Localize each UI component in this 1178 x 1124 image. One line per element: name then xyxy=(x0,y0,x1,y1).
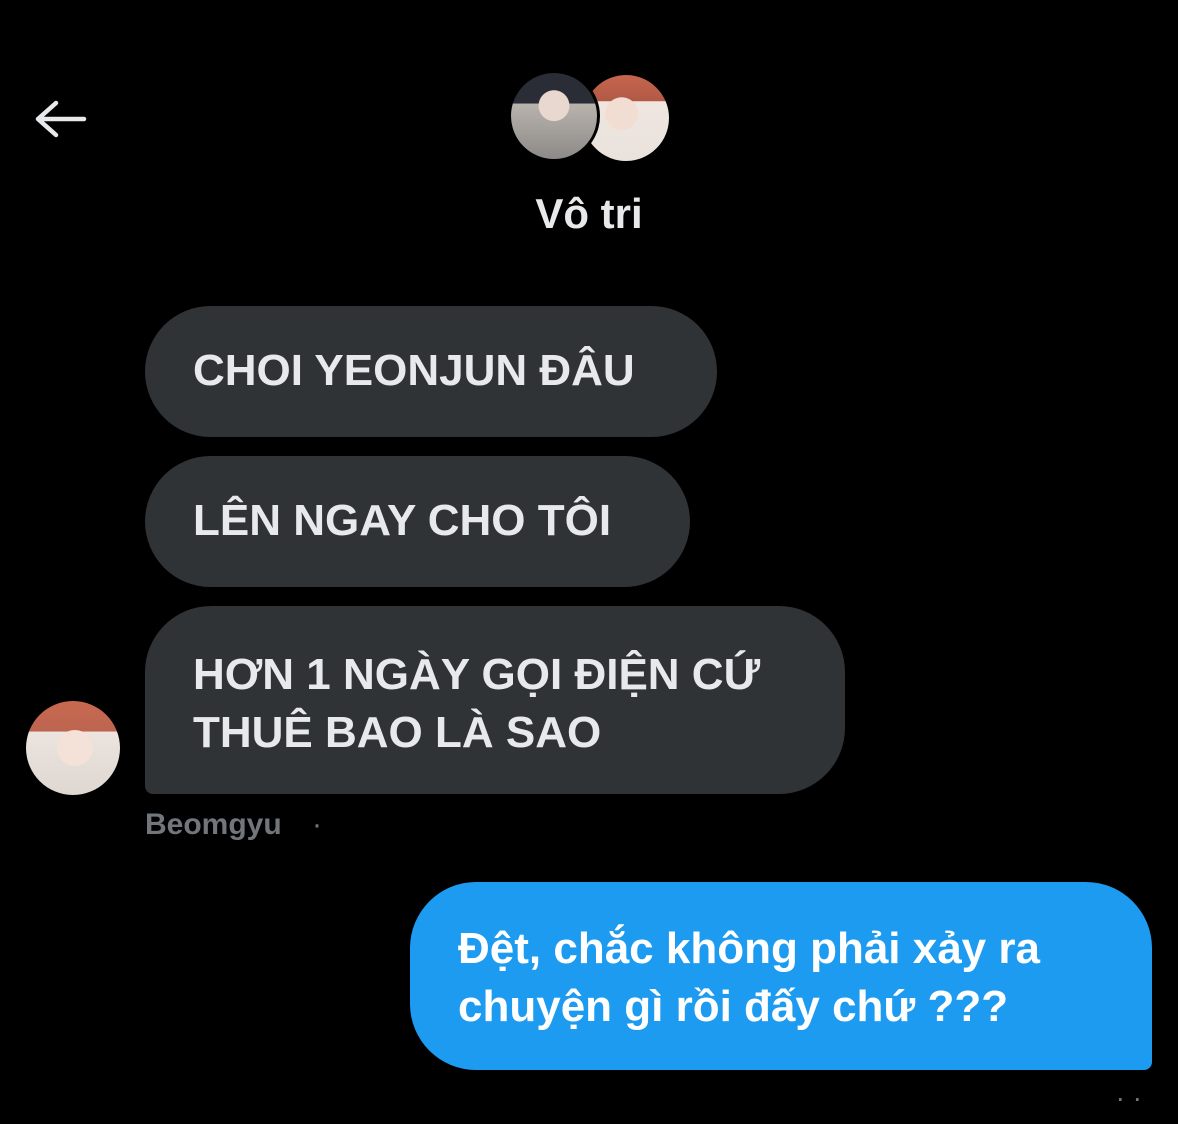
message-bubble-incoming[interactable]: HƠN 1 NGÀY GỌI ĐIỆN CỨ THUÊ BAO LÀ SAO xyxy=(145,606,845,794)
sender-separator: · xyxy=(312,808,322,841)
sender-name: Beomgyu xyxy=(145,808,282,841)
group-avatars[interactable] xyxy=(508,70,672,168)
sender-avatar[interactable] xyxy=(26,701,120,795)
chat-title[interactable]: Vô tri xyxy=(0,190,1178,238)
message-timestamp: · · xyxy=(1115,1082,1142,1113)
message-bubble-incoming[interactable]: CHOI YEONJUN ĐÂU xyxy=(145,306,717,437)
message-bubble-incoming[interactable]: LÊN NGAY CHO TÔI xyxy=(145,456,690,587)
arrow-left-icon xyxy=(35,100,87,138)
back-button[interactable] xyxy=(30,92,92,146)
group-avatar-1 xyxy=(508,70,600,162)
message-bubble-outgoing[interactable]: Đệt, chắc không phải xảy ra chuyện gì rồ… xyxy=(410,882,1152,1070)
